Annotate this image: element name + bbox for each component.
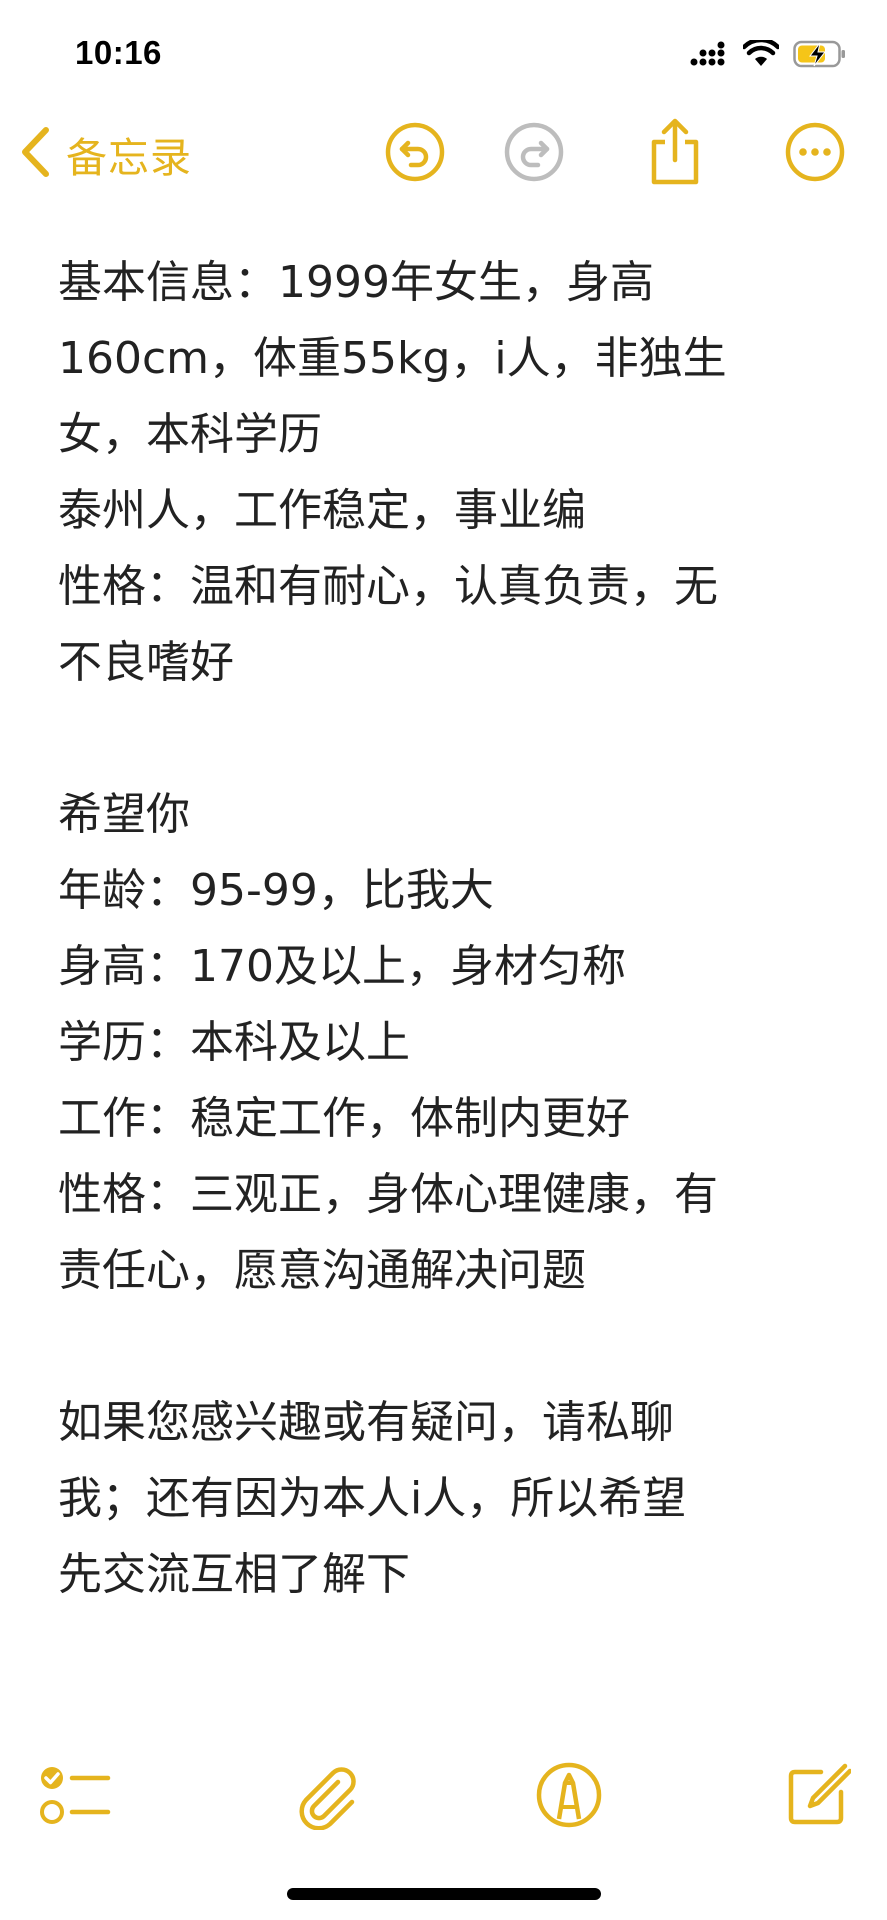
note-body[interactable]: 基本信息：1999年女生，身高 160cm，体重55kg，i人，非独生 女，本科… [58,245,838,1613]
wifi-icon [741,37,781,72]
share-button[interactable] [643,118,707,186]
attachment-button[interactable] [290,1760,364,1834]
note-line: 我；还有因为本人i人，所以希望 [58,1473,687,1524]
status-icons [689,37,847,72]
checklist-icon [38,1762,112,1832]
share-icon [646,118,704,190]
home-indicator[interactable] [287,1888,601,1900]
checklist-button[interactable] [38,1760,112,1834]
note-blank-line [58,1309,838,1385]
nav-bar: 备忘录 [0,110,887,200]
note-line: 责任心，愿意沟通解决问题 [58,1245,586,1296]
redo-icon [503,121,565,187]
note-line: 泰州人，工作稳定，事业编 [58,485,586,536]
more-button[interactable] [783,122,847,186]
compose-button[interactable] [781,1760,855,1834]
chevron-left-icon [18,125,52,183]
back-label: 备忘录 [66,134,192,182]
note-line: 性格：温和有耐心，认真负责，无 [58,561,718,612]
status-bar: 10:16 [0,0,887,110]
note-line: 如果您感兴趣或有疑问，请私聊 [58,1397,674,1448]
redo-button[interactable] [502,122,566,186]
compose-icon [785,1762,853,1832]
note-line: 工作：稳定工作，体制内更好 [58,1093,630,1144]
paperclip-icon [292,1760,362,1834]
battery-charging-icon [793,40,847,72]
markup-pen-icon [535,1761,603,1833]
note-line: 学历：本科及以上 [58,1017,410,1068]
back-button[interactable]: 备忘录 [18,122,192,186]
note-line: 不良嗜好 [58,637,234,688]
note-line: 年龄：95-99，比我大 [58,865,494,916]
note-line: 女，本科学历 [58,409,322,460]
note-line: 先交流互相了解下 [58,1549,410,1600]
status-time: 10:16 [75,34,162,71]
note-blank-line [58,701,838,777]
note-line: 基本信息：1999年女生，身高 [58,257,654,308]
note-line: 身高：170及以上，身材匀称 [58,941,626,992]
undo-button[interactable] [383,122,447,186]
note-line: 希望你 [58,789,190,840]
cellular-signal-icon [689,41,729,71]
more-icon [784,121,846,187]
bottom-toolbar [0,1748,887,1838]
note-line: 160cm，体重55kg，i人，非独生 [58,333,727,384]
markup-button[interactable] [532,1760,606,1834]
note-line: 性格：三观正，身体心理健康，有 [58,1169,718,1220]
undo-icon [384,121,446,187]
